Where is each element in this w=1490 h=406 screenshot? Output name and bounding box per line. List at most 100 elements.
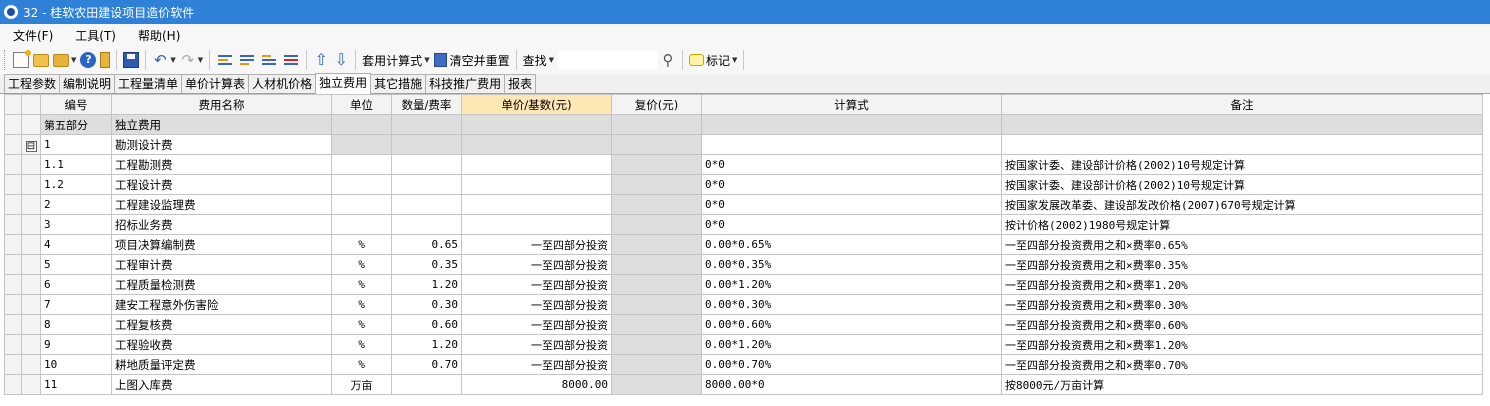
tab-other-measures[interactable]: 其它措施 bbox=[370, 74, 427, 93]
row-selector[interactable] bbox=[4, 154, 22, 175]
cell-formula[interactable]: 0*0 bbox=[701, 214, 1002, 235]
cell-total[interactable] bbox=[611, 254, 702, 275]
search-button[interactable]: ⚲ bbox=[658, 49, 678, 71]
insert-row-button[interactable] bbox=[214, 49, 236, 71]
tree-toggle-cell[interactable]: ⊟ bbox=[21, 134, 41, 155]
cell-quantity-rate[interactable] bbox=[391, 174, 462, 195]
cell-total[interactable] bbox=[611, 134, 702, 155]
table-row[interactable]: 2 工程建设监理费 0*0 按国家发展改革委、建设部发改价格(2007)670号规定计… bbox=[4, 194, 1483, 215]
cell-quantity-rate[interactable]: 0.30 bbox=[391, 294, 462, 315]
cell-formula[interactable]: 0.00*0.70% bbox=[701, 354, 1002, 375]
tree-toggle-cell[interactable] bbox=[21, 354, 41, 375]
tab-compilation-notes[interactable]: 编制说明 bbox=[59, 74, 116, 93]
cell-formula[interactable]: 0*0 bbox=[701, 174, 1002, 195]
cell-note[interactable]: 一至四部分投资费用之和×费率0.30% bbox=[1001, 294, 1483, 315]
row-selector[interactable] bbox=[4, 214, 22, 235]
apply-formula-button[interactable]: 套用计算式 ▼ bbox=[360, 49, 431, 71]
table-row[interactable]: 11 上图入库费 万亩 8000.00 8000.00*0 按8000元/万亩计算 bbox=[4, 374, 1483, 395]
cell-unit[interactable] bbox=[331, 214, 392, 235]
delete-row-button[interactable] bbox=[280, 49, 302, 71]
cell-quantity-rate[interactable] bbox=[391, 134, 462, 155]
tree-toggle-cell[interactable] bbox=[21, 114, 41, 135]
manual-button[interactable] bbox=[98, 49, 112, 71]
cell-note[interactable]: 一至四部分投资费用之和×费率1.20% bbox=[1001, 274, 1483, 295]
cell-unit[interactable]: 万亩 bbox=[331, 374, 392, 395]
cell-code[interactable]: 1.2 bbox=[40, 174, 112, 195]
cell-name[interactable]: 工程验收费 bbox=[111, 334, 332, 355]
cell-quantity-rate[interactable]: 0.35 bbox=[391, 254, 462, 275]
cell-note[interactable]: 按国家发展改革委、建设部发改价格(2007)670号规定计算 bbox=[1001, 194, 1483, 215]
row-selector[interactable] bbox=[4, 374, 22, 395]
cell-unit-price[interactable]: 一至四部分投资 bbox=[461, 294, 612, 315]
table-row[interactable]: 1.2 工程设计费 0*0 按国家计委、建设部计价格(2002)10号规定计算 bbox=[4, 174, 1483, 195]
tab-reports[interactable]: 报表 bbox=[504, 74, 537, 93]
tree-toggle-cell[interactable] bbox=[21, 274, 41, 295]
cell-total[interactable] bbox=[611, 174, 702, 195]
redo-button[interactable]: ↷ ▼ bbox=[178, 49, 205, 71]
tree-toggle-cell[interactable] bbox=[21, 234, 41, 255]
append-row-button[interactable] bbox=[258, 49, 280, 71]
tab-material-prices[interactable]: 人材机价格 bbox=[248, 74, 317, 93]
tab-project-params[interactable]: 工程参数 bbox=[4, 74, 61, 93]
cell-total[interactable] bbox=[611, 214, 702, 235]
cell-formula[interactable] bbox=[701, 134, 1002, 155]
cell-unit-price[interactable] bbox=[461, 214, 612, 235]
menu-help[interactable]: 帮助(H) bbox=[125, 27, 189, 44]
cell-unit-price[interactable]: 一至四部分投资 bbox=[461, 234, 612, 255]
tab-unit-price[interactable]: 单价计算表 bbox=[181, 74, 250, 93]
cell-quantity-rate[interactable]: 1.20 bbox=[391, 274, 462, 295]
cell-code[interactable]: 10 bbox=[40, 354, 112, 375]
cell-code[interactable]: 1 bbox=[40, 134, 112, 155]
row-selector[interactable] bbox=[4, 254, 22, 275]
cell-name[interactable]: 工程设计费 bbox=[111, 174, 332, 195]
cell-quantity-rate[interactable]: 1.20 bbox=[391, 334, 462, 355]
header-unit-price[interactable]: 单价/基数(元) bbox=[461, 94, 612, 115]
tab-tech-promotion[interactable]: 科技推广费用 bbox=[425, 74, 506, 93]
cell-formula[interactable]: 0.00*0.30% bbox=[701, 294, 1002, 315]
cell-unit[interactable]: % bbox=[331, 234, 392, 255]
find-button[interactable]: 查找 ▼ bbox=[521, 49, 556, 71]
cell-code[interactable]: 2 bbox=[40, 194, 112, 215]
cell-unit[interactable] bbox=[331, 194, 392, 215]
cell-code[interactable]: 1.1 bbox=[40, 154, 112, 175]
open-recent-button[interactable]: ▼ bbox=[51, 49, 78, 71]
row-selector[interactable] bbox=[4, 334, 22, 355]
undo-button[interactable]: ↶ ▼ bbox=[150, 49, 177, 71]
tree-toggle-cell[interactable] bbox=[21, 294, 41, 315]
cell-formula[interactable] bbox=[701, 114, 1002, 135]
help-button[interactable]: ? bbox=[78, 49, 98, 71]
cell-unit[interactable]: % bbox=[331, 354, 392, 375]
table-row[interactable]: 5 工程审计费% 0.35 一至四部分投资 0.00*0.35% 一至四部分投资费用之和×… bbox=[4, 254, 1483, 275]
header-unit[interactable]: 单位 bbox=[331, 94, 392, 115]
cell-total[interactable] bbox=[611, 314, 702, 335]
cell-name[interactable]: 建安工程意外伤害险 bbox=[111, 294, 332, 315]
cell-unit-price[interactable] bbox=[461, 174, 612, 195]
cell-formula[interactable]: 0*0 bbox=[701, 154, 1002, 175]
cell-unit-price[interactable]: 一至四部分投资 bbox=[461, 354, 612, 375]
cell-name[interactable]: 工程复核费 bbox=[111, 314, 332, 335]
cell-code[interactable]: 第五部分 bbox=[40, 114, 112, 135]
clear-reset-button[interactable]: 清空并重置 bbox=[432, 49, 512, 71]
cell-unit[interactable]: % bbox=[331, 274, 392, 295]
tree-toggle-cell[interactable] bbox=[21, 154, 41, 175]
cell-formula[interactable]: 0.00*0.65% bbox=[701, 234, 1002, 255]
save-button[interactable] bbox=[121, 49, 141, 71]
cell-formula[interactable]: 0.00*1.20% bbox=[701, 334, 1002, 355]
header-code[interactable]: 编号 bbox=[40, 94, 112, 115]
cell-unit-price[interactable] bbox=[461, 134, 612, 155]
row-selector[interactable] bbox=[4, 274, 22, 295]
table-row[interactable]: 8 工程复核费% 0.60 一至四部分投资 0.00*0.60% 一至四部分投资费用之和×… bbox=[4, 314, 1483, 335]
toolbar-grip[interactable] bbox=[4, 50, 7, 70]
cell-note[interactable]: 一至四部分投资费用之和×费率0.65% bbox=[1001, 234, 1483, 255]
row-selector[interactable] bbox=[4, 314, 22, 335]
row-selector[interactable] bbox=[4, 234, 22, 255]
row-selector[interactable] bbox=[4, 114, 22, 135]
cell-note[interactable]: 一至四部分投资费用之和×费率0.70% bbox=[1001, 354, 1483, 375]
cell-note[interactable]: 按国家计委、建设部计价格(2002)10号规定计算 bbox=[1001, 174, 1483, 195]
tree-toggle-cell[interactable] bbox=[21, 194, 41, 215]
cell-unit[interactable] bbox=[331, 154, 392, 175]
cell-total[interactable] bbox=[611, 294, 702, 315]
cell-unit[interactable]: % bbox=[331, 314, 392, 335]
cell-unit-price[interactable]: 一至四部分投资 bbox=[461, 314, 612, 335]
cell-note[interactable] bbox=[1001, 114, 1483, 135]
